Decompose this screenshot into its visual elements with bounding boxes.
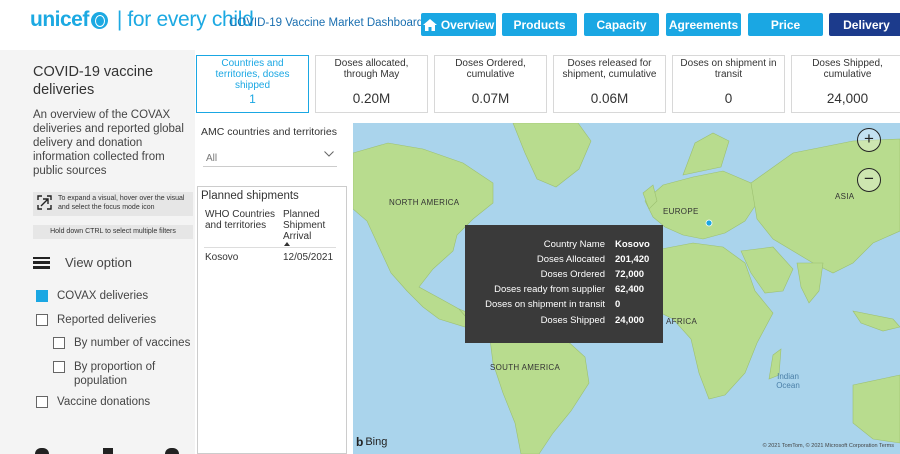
sort-asc-icon [284, 242, 290, 246]
nav-overview-button[interactable]: Overview [421, 13, 496, 36]
checkbox[interactable] [36, 396, 48, 408]
map-copyright[interactable]: © 2021 TomTom, © 2021 Microsoft Corporat… [763, 443, 894, 449]
left-panel: COVID-19 vaccine deliveries An overview … [0, 50, 195, 454]
amc-filter: AMC countries and territories All [197, 123, 347, 179]
globe-icon [90, 11, 108, 29]
unicef-logo: unicef | for every child [30, 8, 254, 31]
column-header-arrival[interactable]: Planned Shipment Arrival [283, 209, 343, 242]
option-by-number[interactable]: By number of vaccines [53, 336, 190, 350]
tooltip-row: Doses on shipment in transit 0 [485, 299, 621, 310]
nav-delivery-button[interactable]: Delivery [829, 13, 900, 36]
focus-mode-hint: To expand a visual, hover over the visua… [33, 192, 193, 216]
tooltip-row: Doses ready from supplier 62,400 [494, 284, 645, 295]
kpi-doses-allocated[interactable]: Doses allocated, through May 0.20M [315, 55, 428, 113]
checkbox[interactable] [53, 337, 65, 349]
table-cell-country: Kosovo [205, 252, 239, 263]
map-label-africa: AFRICA [666, 317, 698, 326]
kpi-doses-ordered[interactable]: Doses Ordered, cumulative 0.07M [434, 55, 547, 113]
amc-dropdown[interactable]: All [203, 146, 337, 167]
option-vaccine-donations[interactable]: Vaccine donations [36, 395, 150, 409]
map-label-europe: EUROPE [663, 207, 699, 216]
tooltip-row: Doses Shipped 24,000 [540, 315, 645, 326]
page-description: An overview of the COVAX deliveries and … [33, 109, 184, 177]
bing-attribution[interactable]: b Bing [356, 435, 387, 449]
map-label-indian-ocean: Indian Ocean [776, 372, 800, 390]
chevron-down-icon [324, 151, 334, 157]
icon-partial[interactable] [35, 448, 49, 454]
table-cell-date: 12/05/2021 [283, 252, 334, 263]
zoom-out-button[interactable]: − [857, 168, 881, 192]
expand-icon [37, 195, 52, 210]
icon-partial[interactable] [103, 448, 113, 454]
tooltip-row: Country Name Kosovo [543, 239, 650, 250]
kpi-doses-released[interactable]: Doses released for shipment, cumulative … [553, 55, 666, 113]
dashboard-title: COVID-19 Vaccine Market Dashboard [229, 17, 424, 29]
filter-label: AMC countries and territories [201, 126, 337, 138]
bing-logo-icon: b [356, 435, 364, 449]
column-header-country[interactable]: WHO Countries and territories [205, 209, 280, 231]
bottom-icons [35, 448, 185, 454]
map-label-asia: ASIA [835, 192, 855, 201]
header: unicef | for every child COVID-19 Vaccin… [0, 0, 900, 50]
table-title: Planned shipments [201, 190, 299, 202]
map-label-north-america: NORTH AMERICA [389, 198, 460, 207]
planned-shipments-table: Planned shipments WHO Countries and terr… [197, 186, 347, 454]
option-covax-deliveries[interactable]: COVAX deliveries [36, 289, 148, 303]
zoom-in-button[interactable]: + [857, 128, 881, 152]
hamburger-icon [33, 256, 50, 269]
kpi-countries-shipped[interactable]: Countries and territories, doses shipped… [196, 55, 309, 113]
nav-capacity-button[interactable]: Capacity [584, 13, 659, 36]
map-label-south-america: SOUTH AMERICA [490, 363, 561, 372]
nav-agreements-button[interactable]: Agreements [666, 13, 741, 36]
map-tooltip: Country Name Kosovo Doses Allocated 201,… [465, 225, 663, 343]
kpi-doses-shipped[interactable]: Doses Shipped, cumulative 24,000 [791, 55, 900, 113]
tooltip-row: Doses Allocated 201,420 [536, 254, 650, 265]
view-option-header[interactable]: View option [33, 255, 132, 270]
ctrl-hint: Hold down CTRL to select multiple filter… [33, 225, 193, 239]
option-by-proportion[interactable]: By proportion of population [53, 360, 193, 388]
home-icon [422, 18, 437, 31]
checkbox[interactable] [53, 361, 65, 373]
checkbox[interactable] [36, 314, 48, 326]
checkbox-checked[interactable] [36, 290, 48, 302]
tooltip-row: Doses Ordered 72,000 [540, 269, 645, 280]
option-reported-deliveries[interactable]: Reported deliveries [36, 313, 156, 327]
kpi-doses-in-transit[interactable]: Doses on shipment in transit 0 [672, 55, 785, 113]
icon-partial[interactable] [165, 448, 179, 454]
page-title: COVID-19 vaccine deliveries [33, 64, 154, 98]
kosovo-marker [705, 219, 713, 227]
nav-price-button[interactable]: Price [748, 13, 823, 36]
nav-products-button[interactable]: Products [502, 13, 577, 36]
